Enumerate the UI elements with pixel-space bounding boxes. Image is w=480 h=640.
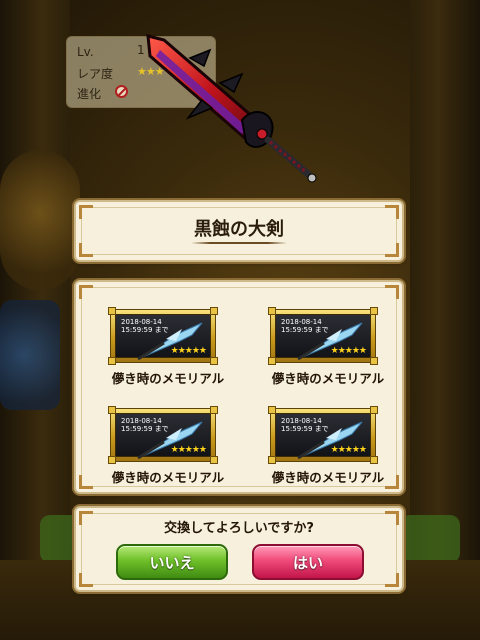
level-label: Lv.	[77, 45, 94, 59]
item-expiry-time: 15:59:59 まで	[281, 425, 329, 433]
frame-corner	[79, 285, 93, 299]
card-corner	[268, 307, 276, 315]
card-corner	[268, 456, 276, 464]
star-icon: ★★★★★	[170, 346, 207, 356]
card-corner	[370, 307, 378, 315]
star-icon: ★★★★★	[330, 346, 367, 356]
item-expiry: 2018-08-14 15:59:59 まで	[281, 417, 329, 433]
item-expiry-date: 2018-08-14	[281, 318, 322, 326]
star-icon: ★★★★★	[170, 445, 207, 455]
exchange-item[interactable]: 2018-08-14 15:59:59 まで ★★★★★ 儚き時のメモリアル	[263, 307, 393, 399]
exchange-item[interactable]: 2018-08-14 15:59:59 まで ★★★★★ 儚き時のメモリアル	[103, 406, 233, 498]
rarity-label: レア度	[77, 67, 114, 81]
no-evolution-icon	[115, 85, 128, 98]
card-corner	[370, 456, 378, 464]
item-card[interactable]: 2018-08-14 15:59:59 まで ★★★★★	[268, 406, 378, 464]
frame-corner	[79, 573, 93, 587]
frame-corner	[385, 243, 399, 257]
frame-corner	[79, 243, 93, 257]
card-corner	[268, 406, 276, 414]
item-card-inner: 2018-08-14 15:59:59 まで ★★★★★	[115, 413, 211, 460]
evolution-label: 進化	[77, 87, 102, 101]
item-card-inner: 2018-08-14 15:59:59 まで ★★★★★	[275, 413, 371, 460]
card-corner	[108, 307, 116, 315]
card-corner	[268, 357, 276, 365]
card-corner	[210, 406, 218, 414]
sword-image	[146, 34, 317, 183]
item-card[interactable]: 2018-08-14 15:59:59 まで ★★★★★	[268, 307, 378, 365]
no-button[interactable]: いいえ	[116, 544, 228, 580]
item-name: 儚き時のメモリアル	[111, 371, 225, 386]
item-card-inner: 2018-08-14 15:59:59 まで ★★★★★	[275, 314, 371, 361]
item-card[interactable]: 2018-08-14 15:59:59 まで ★★★★★	[108, 307, 218, 365]
frame-corner	[385, 573, 399, 587]
item-expiry-date: 2018-08-14	[121, 318, 162, 326]
item-expiry-time: 15:59:59 まで	[281, 326, 329, 334]
title-panel: 黒蝕の大剣	[76, 202, 402, 260]
exchange-item[interactable]: 2018-08-14 15:59:59 まで ★★★★★ 儚き時のメモリアル	[103, 307, 233, 399]
item-expiry-time: 15:59:59 まで	[121, 425, 169, 433]
card-corner	[108, 456, 116, 464]
card-corner	[210, 307, 218, 315]
exchange-item[interactable]: 2018-08-14 15:59:59 まで ★★★★★ 儚き時のメモリアル	[263, 406, 393, 498]
item-expiry-date: 2018-08-14	[281, 417, 322, 425]
confirm-question: 交換してよろしいですか?	[164, 521, 314, 536]
frame-corner	[79, 475, 93, 489]
background-lion-statue	[0, 150, 80, 290]
item-name: 儚き時のメモリアル	[111, 470, 225, 485]
card-corner	[370, 406, 378, 414]
card-corner	[210, 456, 218, 464]
background-creature	[0, 300, 60, 410]
exchange-items-panel: 2018-08-14 15:59:59 まで ★★★★★ 儚き時のメモリアル 2	[76, 282, 402, 492]
item-expiry: 2018-08-14 15:59:59 まで	[121, 318, 169, 334]
star-icon: ★★★★★	[330, 445, 367, 455]
background-button-right	[400, 515, 460, 563]
weapon-title: 黒蝕の大剣	[194, 219, 284, 240]
card-corner	[108, 406, 116, 414]
title-divider	[191, 242, 287, 244]
item-card[interactable]: 2018-08-14 15:59:59 まで ★★★★★	[108, 406, 218, 464]
card-corner	[210, 357, 218, 365]
confirm-dialog: 交換してよろしいですか? いいえ はい	[76, 508, 402, 590]
yes-button[interactable]: はい	[252, 544, 364, 580]
card-corner	[370, 357, 378, 365]
item-expiry-time: 15:59:59 まで	[121, 326, 169, 334]
item-expiry: 2018-08-14 15:59:59 まで	[281, 318, 329, 334]
item-card-inner: 2018-08-14 15:59:59 まで ★★★★★	[115, 314, 211, 361]
item-name: 儚き時のメモリアル	[271, 371, 385, 386]
card-corner	[108, 357, 116, 365]
item-expiry-date: 2018-08-14	[121, 417, 162, 425]
item-expiry: 2018-08-14 15:59:59 まで	[121, 417, 169, 433]
item-name: 儚き時のメモリアル	[271, 470, 385, 485]
frame-corner	[385, 285, 399, 299]
